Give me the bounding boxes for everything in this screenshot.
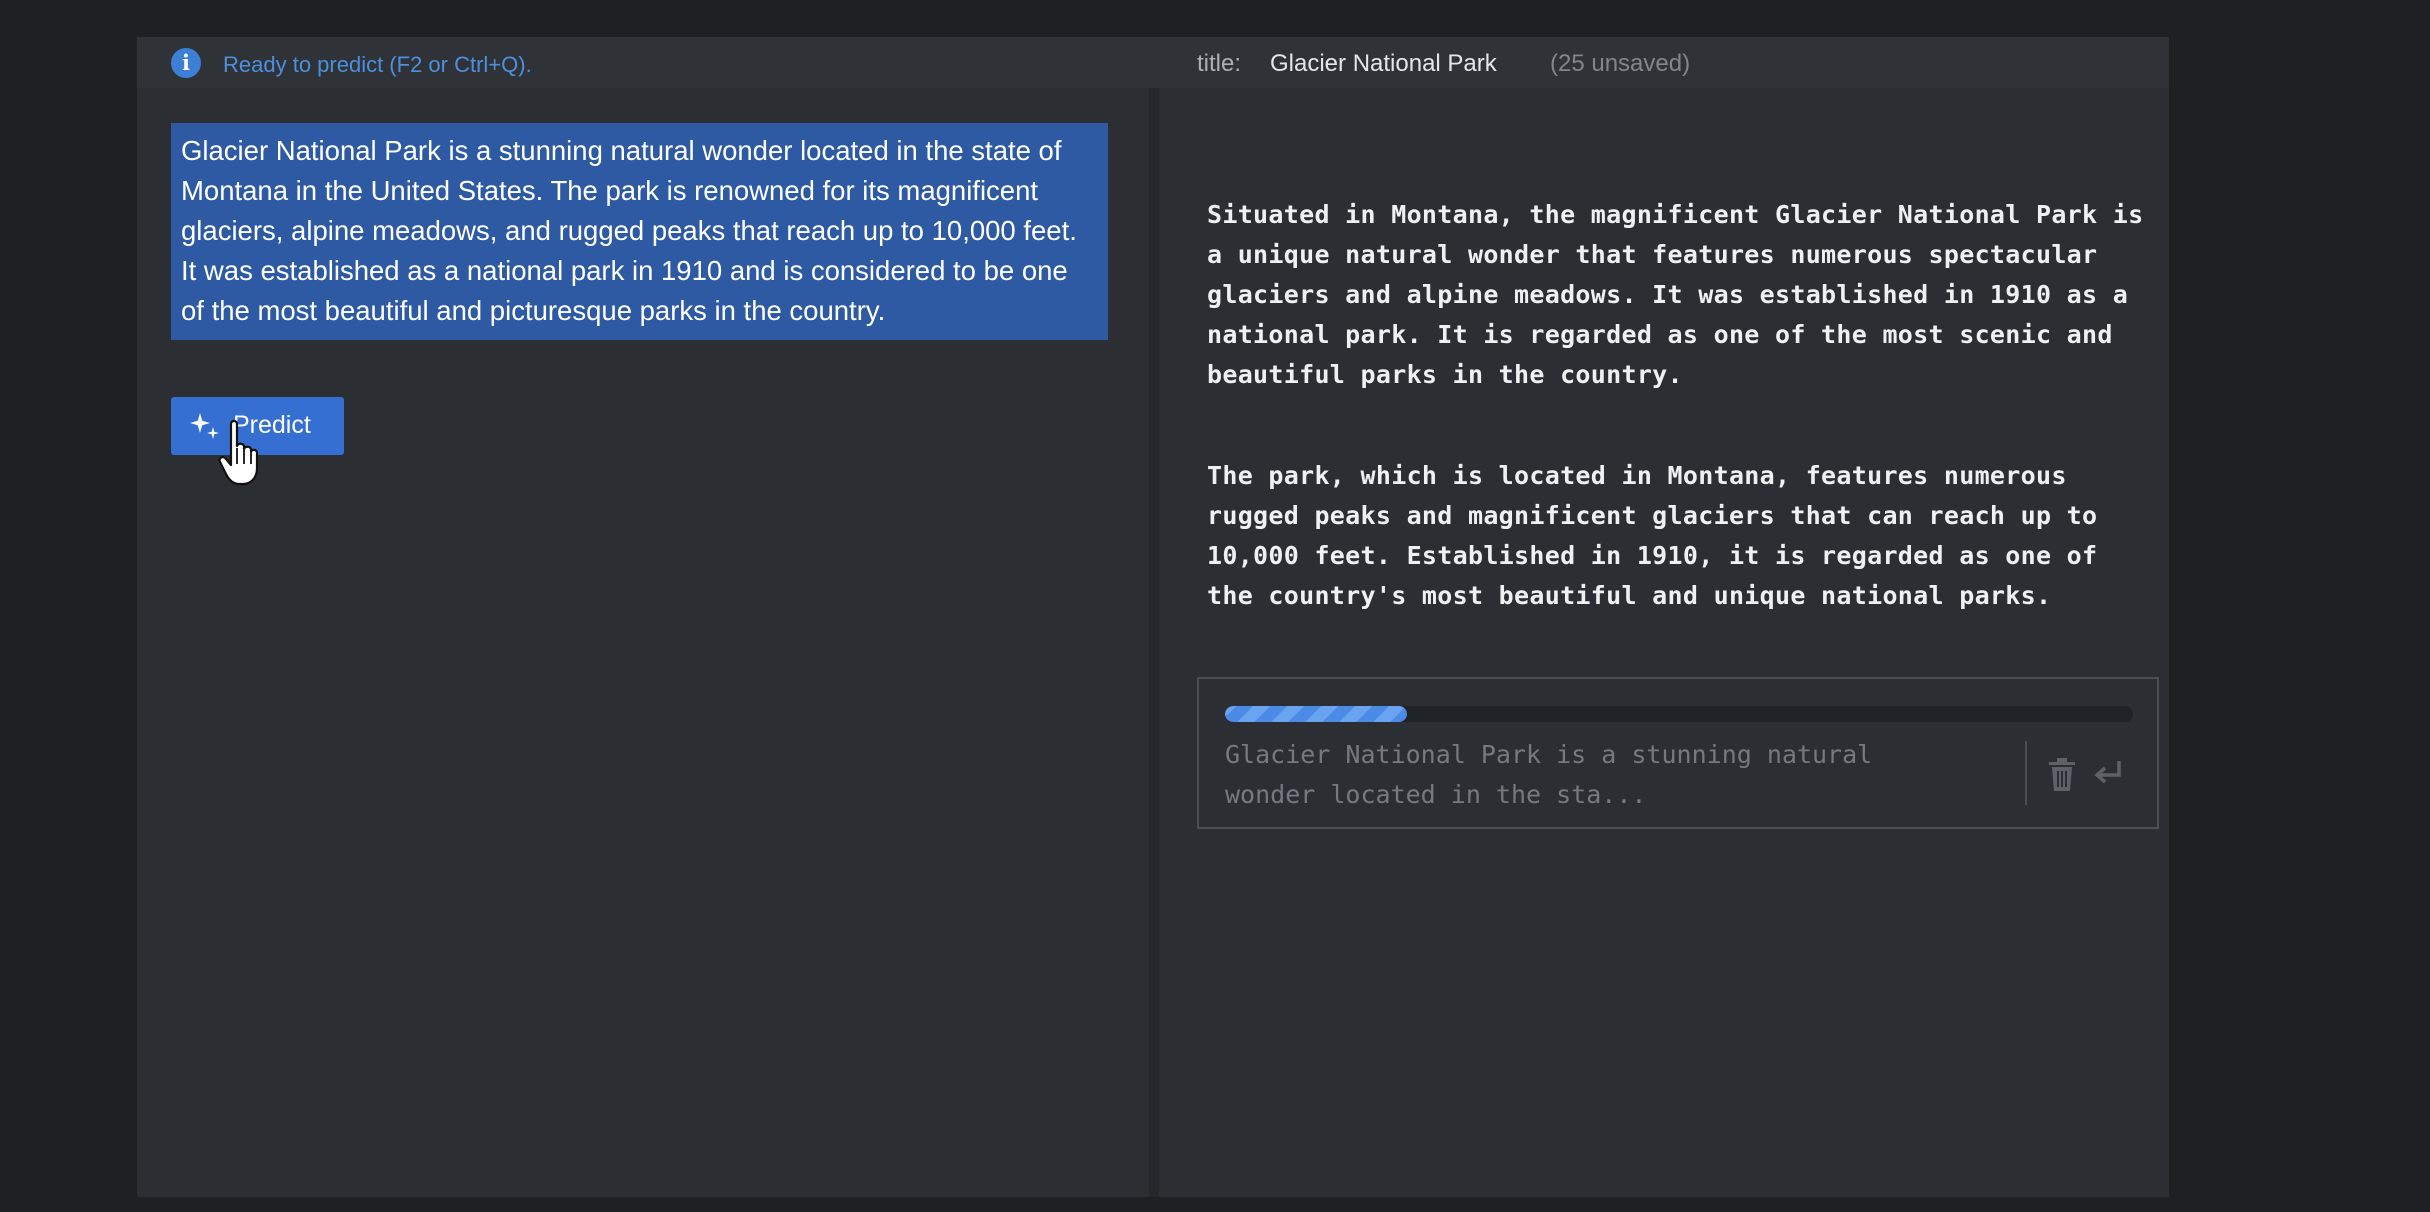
source-text-selection[interactable]: Glacier National Park is a stunning natu… — [171, 123, 1108, 340]
enter-icon[interactable] — [2091, 757, 2125, 791]
progress-bar — [1225, 706, 2133, 722]
input-separator — [2025, 741, 2027, 805]
status-bar: i Ready to predict (F2 or Ctrl+Q). title… — [137, 37, 2169, 88]
pending-preview-text: Glacier National Park is a stunning natu… — [1225, 740, 1873, 809]
progress-fill — [1225, 706, 1407, 722]
prediction-output-2[interactable]: The park, which is located in Montana, f… — [1207, 456, 2157, 616]
predict-button[interactable]: Predict — [171, 397, 344, 455]
pending-prediction: Glacier National Park is a stunning natu… — [1197, 677, 2159, 829]
prediction-output-1[interactable]: Situated in Montana, the magnificent Gla… — [1207, 195, 2157, 395]
unsaved-count: (25 unsaved) — [1550, 50, 1691, 77]
document-title[interactable]: Glacier National Park — [1270, 50, 1497, 78]
info-icon: i — [171, 48, 201, 78]
sparkle-icon — [190, 413, 219, 439]
status-message: Ready to predict (F2 or Ctrl+Q). — [223, 52, 532, 77]
title-label: title: — [1197, 50, 1242, 77]
trash-icon[interactable] — [2045, 757, 2079, 793]
pane-divider[interactable] — [1149, 88, 1159, 1197]
predict-label: Predict — [233, 411, 311, 439]
